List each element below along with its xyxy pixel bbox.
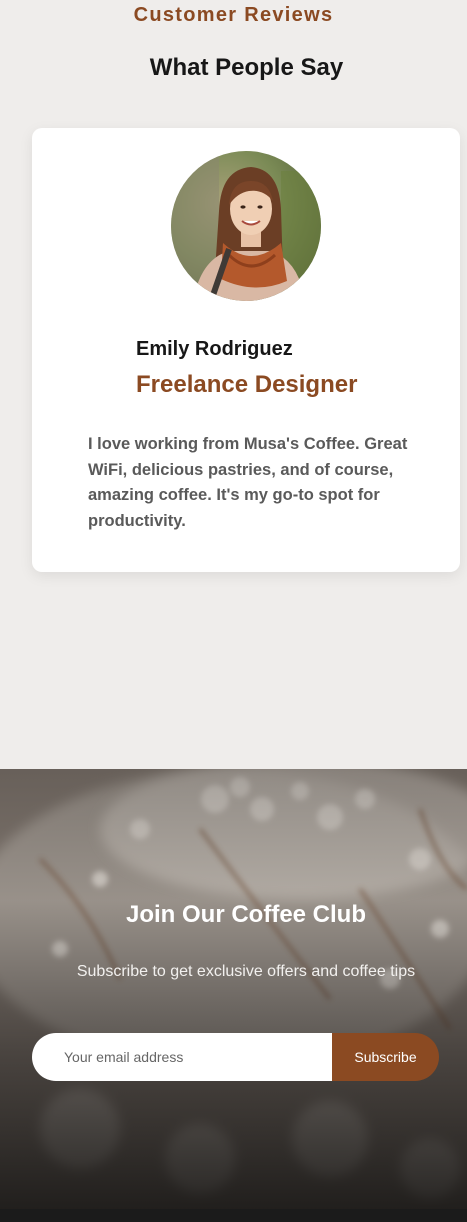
- testimonial-card: Emily Rodriguez Freelance Designer I lov…: [32, 128, 460, 572]
- email-input[interactable]: [32, 1033, 332, 1081]
- newsletter-subtitle: Subscribe to get exclusive offers and co…: [76, 963, 416, 980]
- reviewer-name: Emily Rodriguez: [136, 338, 293, 360]
- section-eyebrow: Customer Reviews: [133, 4, 334, 26]
- subscribe-form: Subscribe: [32, 1033, 439, 1081]
- avatar-photo: [171, 151, 321, 301]
- subscribe-button[interactable]: Subscribe: [332, 1033, 439, 1081]
- section-title: What People Say: [149, 54, 344, 81]
- review-quote: I love working from Musa's Coffee. Great…: [88, 435, 408, 531]
- reviews-section: Customer Reviews What People Say Emily R…: [0, 0, 467, 769]
- avatar: [171, 151, 321, 301]
- footer-strip: [0, 1209, 467, 1222]
- newsletter-section: Join Our Coffee Club Subscribe to get ex…: [0, 769, 467, 1209]
- newsletter-title: Join Our Coffee Club: [126, 901, 366, 928]
- reviewer-role: Freelance Designer: [136, 371, 358, 398]
